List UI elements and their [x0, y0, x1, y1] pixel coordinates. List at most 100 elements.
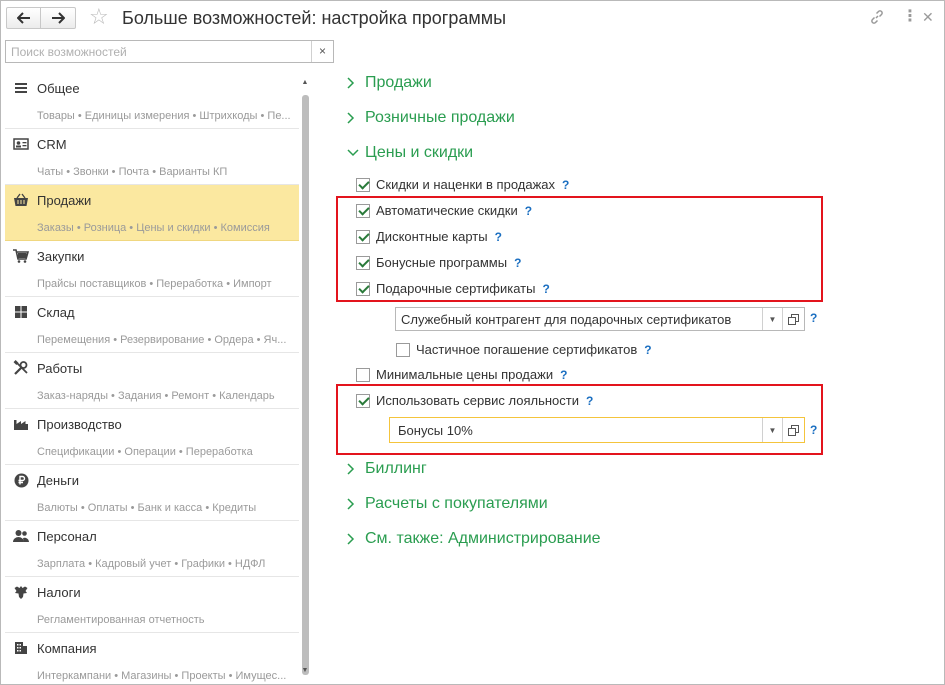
sidebar-item-crm[interactable]: CRM Чаты • Звонки • Почта • Варианты КП [5, 129, 299, 185]
dropdown-arrow-icon[interactable]: ▼ [762, 418, 782, 442]
favorite-star-icon[interactable]: ☆ [89, 4, 109, 30]
cert-counterparty-field[interactable]: Служебный контрагент для подарочных серт… [395, 307, 805, 331]
section-title: Розничные продажи [365, 109, 515, 126]
chevron-right-icon [347, 533, 365, 545]
sidebar-item-title: Деньги [37, 473, 79, 488]
section-title: Биллинг [365, 460, 427, 477]
sidebar-item-subtitle: Чаты • Звонки • Почта • Варианты КП [37, 166, 228, 178]
checkbox-checked[interactable] [356, 204, 370, 218]
section-retail[interactable]: Розничные продажи [347, 108, 515, 128]
settings-window: ☆ Больше возможностей: настройка програм… [0, 0, 945, 685]
sidebar-item-subtitle: Интеркампани • Магазины • Проекты • Имущ… [37, 670, 287, 682]
list-icon [13, 80, 29, 96]
checkbox-checked[interactable] [356, 256, 370, 270]
help-icon[interactable]: ? [495, 229, 502, 245]
sidebar-item-money[interactable]: Деньги Валюты • Оплаты • Банк и касса • … [5, 465, 299, 521]
sidebar-item-subtitle: Прайсы поставщиков • Переработка • Импор… [37, 278, 272, 290]
cart-icon [13, 248, 29, 264]
clear-search-button[interactable]: × [311, 41, 333, 62]
more-actions-icon[interactable]: ⋮ [902, 9, 918, 25]
help-icon[interactable]: ? [514, 255, 521, 271]
auto-discounts-checkbox[interactable]: Автоматические скидки ? [356, 203, 532, 219]
forward-button[interactable] [41, 7, 76, 29]
sidebar-item-general[interactable]: Общее Товары • Единицы измерения • Штрих… [5, 73, 299, 129]
help-icon[interactable]: ? [525, 203, 532, 219]
section-title: Цены и скидки [365, 144, 474, 161]
field-value: Служебный контрагент для подарочных серт… [401, 312, 732, 327]
checkbox-label: Дисконтные карты [376, 229, 488, 244]
partial-redemption-checkbox[interactable]: Частичное погашение сертификатов ? [396, 342, 652, 358]
checkbox-unchecked[interactable] [396, 343, 410, 357]
sidebar-scrollbar[interactable]: ▲ ▼ [301, 79, 309, 679]
arrow-left-icon [16, 12, 30, 24]
help-icon[interactable]: ? [810, 311, 817, 325]
sidebar-item-purchases[interactable]: Закупки Прайсы поставщиков • Переработка… [5, 241, 299, 297]
sidebar-item-title: Компания [37, 641, 97, 656]
markups-checkbox[interactable]: Скидки и наценки в продажах ? [356, 177, 569, 193]
open-form-icon[interactable] [782, 418, 804, 442]
search-input[interactable] [6, 41, 312, 62]
chevron-right-icon [347, 498, 365, 510]
sidebar-item-title: Закупки [37, 249, 85, 264]
checkbox-label: Использовать сервис лояльности [376, 393, 579, 408]
section-title: Продажи [365, 74, 432, 91]
open-form-icon[interactable] [782, 308, 804, 330]
sidebar-item-title: Общее [37, 81, 80, 96]
people-icon [13, 528, 29, 544]
sidebar-item-production[interactable]: Производство Спецификации • Операции • П… [5, 409, 299, 465]
section-settlements[interactable]: Расчеты с покупателями [347, 494, 548, 514]
back-button[interactable] [6, 7, 41, 29]
help-icon[interactable]: ? [586, 393, 593, 409]
discount-cards-checkbox[interactable]: Дисконтные карты ? [356, 229, 502, 245]
sidebar-item-title: Склад [37, 305, 75, 320]
chevron-right-icon [347, 112, 365, 124]
scroll-down-icon[interactable]: ▼ [301, 667, 309, 675]
section-prices-discounts[interactable]: Цены и скидки [347, 143, 473, 163]
close-icon[interactable]: ✕ [922, 9, 934, 25]
checkbox-label: Частичное погашение сертификатов [416, 342, 638, 357]
sidebar-item-subtitle: Заказы • Розница • Цены и скидки • Комис… [37, 222, 270, 234]
loyalty-bonus-field[interactable]: Бонусы 10% ▼ [389, 417, 805, 443]
sidebar-item-subtitle: Валюты • Оплаты • Банк и касса • Кредиты [37, 502, 257, 514]
sidebar-item-title: Работы [37, 361, 83, 376]
bonus-programs-checkbox[interactable]: Бонусные программы ? [356, 255, 521, 271]
loyalty-service-checkbox[interactable]: Использовать сервис лояльности ? [356, 393, 593, 409]
sidebar-item-subtitle: Зарплата • Кадровый учет • Графики • НДФ… [37, 558, 266, 570]
scroll-up-icon[interactable]: ▲ [301, 79, 309, 87]
sidebar-item-title: Персонал [37, 529, 97, 544]
checkbox-checked[interactable] [356, 178, 370, 192]
sidebar-item-subtitle: Заказ-наряды • Задания • Ремонт • Календ… [37, 390, 275, 402]
gift-certificates-checkbox[interactable]: Подарочные сертификаты ? [356, 281, 550, 297]
sidebar-item-subtitle: Спецификации • Операции • Переработка [37, 446, 253, 458]
section-billing[interactable]: Биллинг [347, 459, 427, 479]
scrollbar-thumb[interactable] [302, 95, 309, 675]
sidebar-item-taxes[interactable]: Налоги Регламентированная отчетность [5, 577, 299, 633]
sidebar-item-personnel[interactable]: Персонал Зарплата • Кадровый учет • Граф… [5, 521, 299, 577]
settings-panel: Продажи Розничные продажи Цены и скидки … [334, 67, 934, 682]
sidebar-item-company[interactable]: Компания Интеркампани • Магазины • Проек… [5, 633, 299, 685]
help-icon[interactable]: ? [644, 342, 651, 358]
sidebar-item-works[interactable]: Работы Заказ-наряды • Задания • Ремонт •… [5, 353, 299, 409]
checkbox-checked[interactable] [356, 282, 370, 296]
chevron-right-icon [347, 77, 365, 89]
section-see-also-admin[interactable]: См. также: Администрирование [347, 529, 601, 549]
warehouse-icon [13, 304, 29, 320]
help-icon[interactable]: ? [560, 367, 567, 383]
help-icon[interactable]: ? [562, 177, 569, 193]
section-sales[interactable]: Продажи [347, 73, 432, 93]
checkbox-checked[interactable] [356, 394, 370, 408]
link-icon[interactable] [869, 9, 885, 29]
window-title: Больше возможностей: настройка программы [122, 8, 507, 28]
dropdown-arrow-icon[interactable]: ▼ [762, 308, 782, 330]
arrow-right-icon [52, 12, 65, 24]
eagle-emblem-icon [13, 584, 29, 600]
checkbox-unchecked[interactable] [356, 368, 370, 382]
sidebar-item-warehouse[interactable]: Склад Перемещения • Резервирование • Орд… [5, 297, 299, 353]
checkbox-label: Автоматические скидки [376, 203, 518, 218]
sidebar-item-sales[interactable]: Продажи Заказы • Розница • Цены и скидки… [5, 185, 299, 241]
help-icon[interactable]: ? [542, 281, 549, 297]
checkbox-checked[interactable] [356, 230, 370, 244]
min-prices-checkbox[interactable]: Минимальные цены продажи ? [356, 367, 567, 383]
help-icon[interactable]: ? [810, 423, 817, 437]
checkbox-label: Минимальные цены продажи [376, 367, 554, 382]
